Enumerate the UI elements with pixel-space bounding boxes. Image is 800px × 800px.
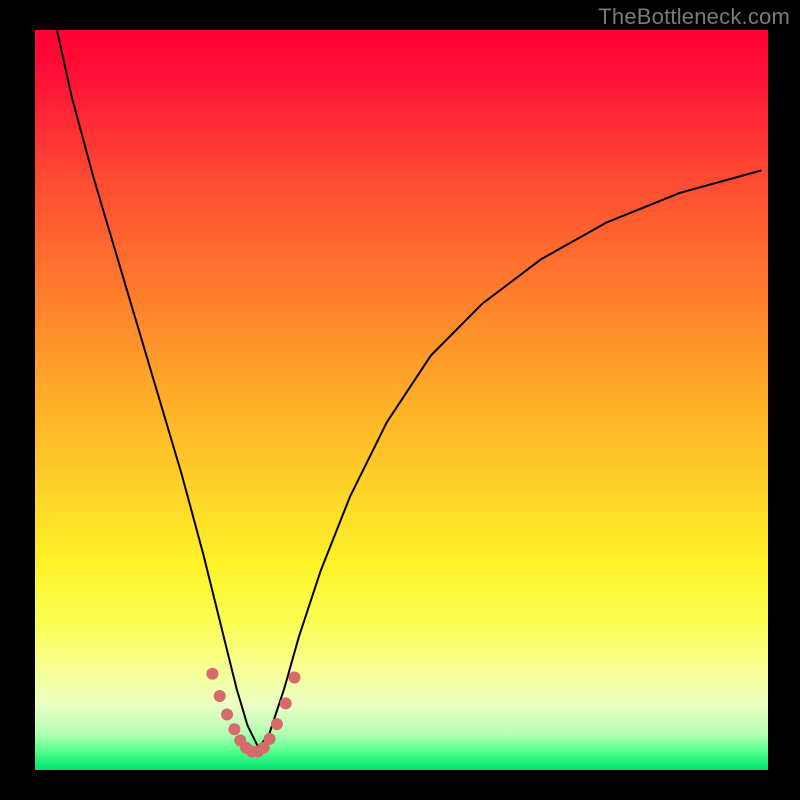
watermark-text: TheBottleneck.com bbox=[598, 4, 790, 30]
chart-frame: TheBottleneck.com bbox=[0, 0, 800, 800]
bottleneck-chart bbox=[0, 0, 800, 800]
